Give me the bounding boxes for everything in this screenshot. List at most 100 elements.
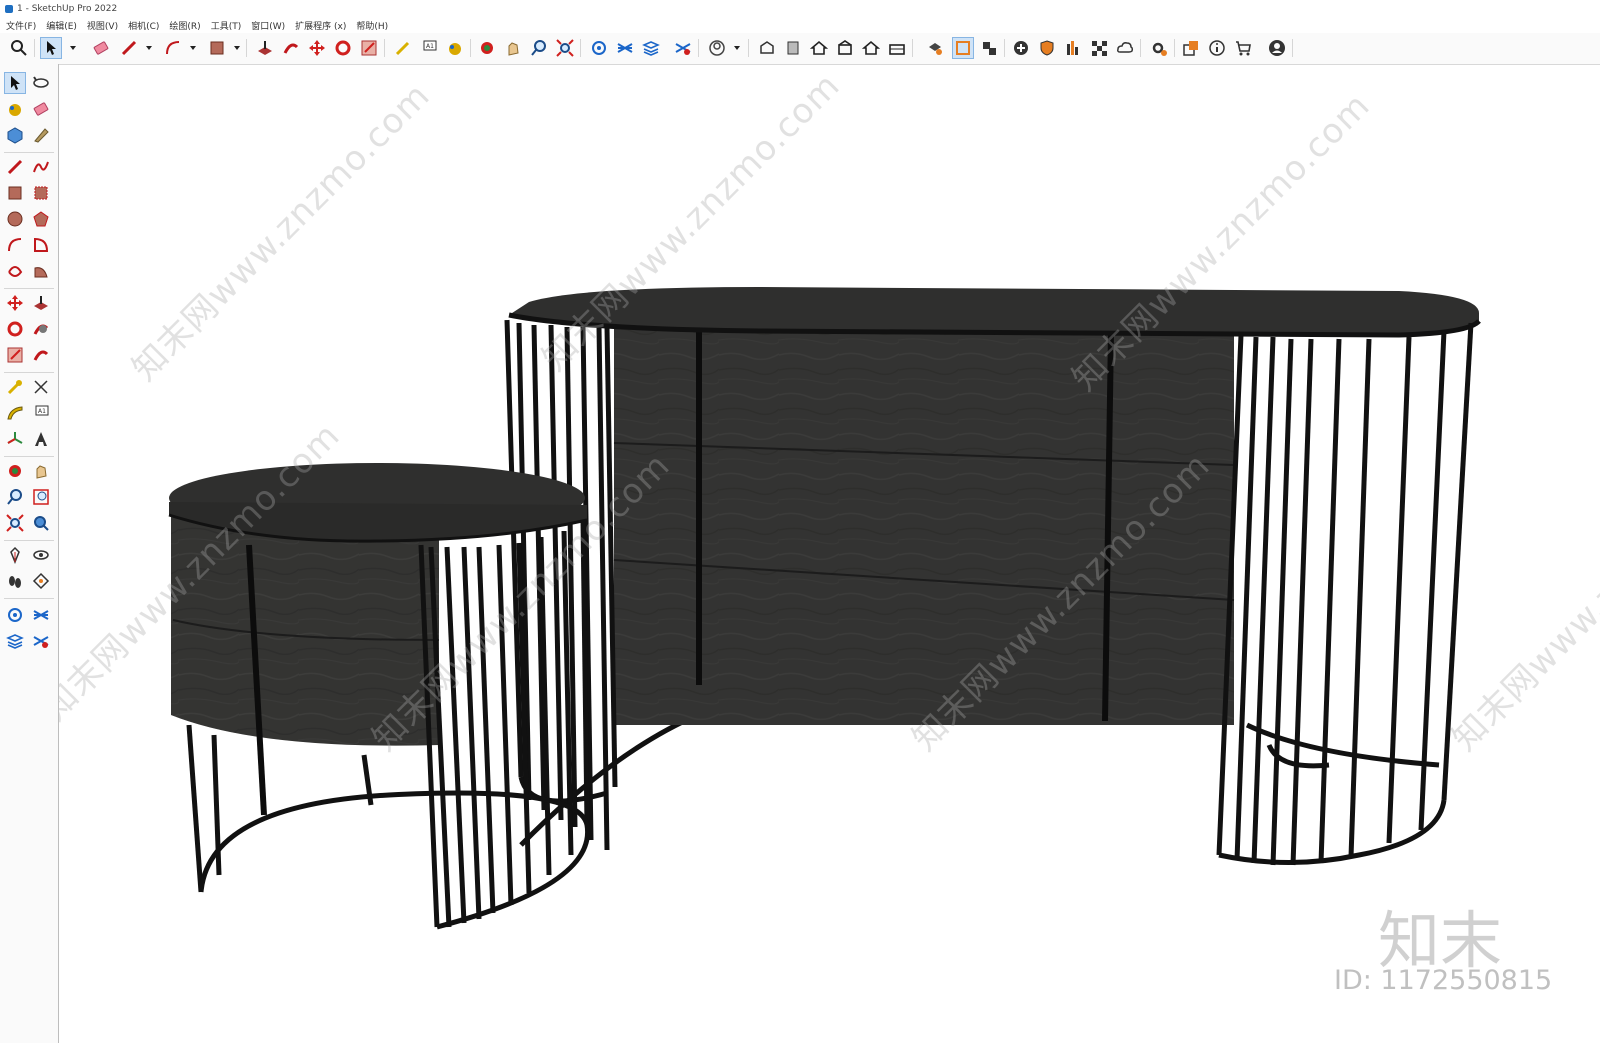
menu-extensions[interactable]: 扩展程序 (x) [295,19,346,32]
rotate-icon[interactable] [4,318,26,340]
arc-icon[interactable] [162,37,184,59]
protractor-icon[interactable] [4,402,26,424]
rotated-rectangle-icon[interactable] [30,182,52,204]
window-title: 1 - SketchUp Pro 2022 [17,3,118,14]
text-icon[interactable]: A1 [30,402,52,424]
view-left-icon[interactable] [886,37,908,59]
offset-icon[interactable] [30,344,52,366]
info-icon[interactable] [1206,37,1228,59]
pencil-icon[interactable] [4,156,26,178]
sandbox-icon[interactable] [30,604,52,626]
chevron-down-icon[interactable] [190,46,196,50]
previous-view-icon[interactable] [30,512,52,534]
menu-camera[interactable]: 相机(C) [128,19,159,32]
menu-view[interactable]: 视图(V) [87,19,118,32]
outliner-icon[interactable] [30,630,52,652]
menu-edit[interactable]: 编辑(E) [46,19,77,32]
orbit-small-icon[interactable] [30,72,52,94]
pie-icon[interactable] [30,234,52,256]
move-icon[interactable] [4,292,26,314]
view-front-icon[interactable] [782,37,804,59]
pencil-icon[interactable] [118,37,140,59]
scale-icon[interactable] [4,344,26,366]
tape-icon[interactable] [30,124,52,146]
follow-me-icon[interactable] [30,318,52,340]
layers-icon[interactable] [640,37,662,59]
menu-window[interactable]: 窗口(W) [251,19,285,32]
freehand-icon[interactable] [30,156,52,178]
layers-icon[interactable] [4,630,26,652]
checker-icon[interactable] [1088,37,1110,59]
geo-location-icon[interactable] [4,604,26,626]
3d-text-icon[interactable] [30,428,52,450]
zoom-window-icon[interactable] [30,486,52,508]
arc2-icon[interactable] [30,260,52,282]
push-pull-icon[interactable] [30,292,52,314]
view-back-icon[interactable] [860,37,882,59]
view-iso-icon[interactable] [756,37,778,59]
zoom-icon[interactable] [4,486,26,508]
dimension-icon[interactable] [30,376,52,398]
select-tool-icon[interactable] [40,37,62,59]
report-icon[interactable] [1062,37,1084,59]
zoom-icon[interactable] [528,37,550,59]
look-around-icon[interactable] [30,544,52,566]
eraser-icon[interactable] [30,98,52,120]
cloud-icon[interactable] [1114,37,1136,59]
rectangle-icon[interactable] [206,37,228,59]
tape-measure-icon[interactable] [4,376,26,398]
menu-help[interactable]: 帮助(H) [356,19,388,32]
chevron-down-icon[interactable] [734,46,740,50]
walk-icon[interactable] [4,570,26,592]
outliner-icon[interactable] [672,37,694,59]
view-right-icon[interactable] [834,37,856,59]
extensions-gear-icon[interactable] [1148,37,1170,59]
text-icon[interactable]: A1 [418,37,440,59]
push-pull-icon[interactable] [254,37,276,59]
arc-icon[interactable] [4,234,26,256]
shield-icon[interactable] [1036,37,1058,59]
eraser-icon[interactable] [90,37,112,59]
zoom-extents-icon[interactable] [4,512,26,534]
paint-bucket-icon[interactable] [444,37,466,59]
zoom-extents-icon[interactable] [554,37,576,59]
geo-location-icon[interactable] [588,37,610,59]
polygon-icon[interactable] [30,208,52,230]
account-icon[interactable] [1266,37,1288,59]
section-plane-icon[interactable] [30,570,52,592]
search-icon[interactable] [8,37,30,59]
axes-icon[interactable] [4,428,26,450]
send-to-layout-icon[interactable] [1180,37,1202,59]
user-icon[interactable] [706,37,728,59]
cart-icon[interactable] [1232,37,1254,59]
view-top-icon[interactable] [808,37,830,59]
orbit-icon[interactable] [4,460,26,482]
components-icon[interactable] [978,37,1000,59]
pan-icon[interactable] [30,460,52,482]
rectangle-icon[interactable] [4,182,26,204]
add-icon[interactable] [1010,37,1032,59]
select-tool-icon[interactable] [4,72,26,94]
chevron-down-icon[interactable] [146,46,152,50]
circle-icon[interactable] [4,208,26,230]
menu-file[interactable]: 文件(F) [6,19,36,32]
orbit-icon[interactable] [476,37,498,59]
chevron-down-icon[interactable] [70,46,76,50]
section-icon[interactable] [952,37,974,59]
scale-icon[interactable] [358,37,380,59]
menu-draw[interactable]: 绘图(R) [169,19,200,32]
paint-bucket-icon[interactable] [4,98,26,120]
chevron-down-icon[interactable] [234,46,240,50]
pan-icon[interactable] [502,37,524,59]
sandbox-icon[interactable] [614,37,636,59]
component-icon[interactable] [4,124,26,146]
arc3-icon[interactable] [4,260,26,282]
move-icon[interactable] [306,37,328,59]
menu-tools[interactable]: 工具(T) [211,19,242,32]
position-camera-icon[interactable] [4,544,26,566]
style-icon[interactable] [924,37,946,59]
rotate-icon[interactable] [332,37,354,59]
tape-measure-icon[interactable] [392,37,414,59]
follow-me-icon[interactable] [280,37,302,59]
model-viewport[interactable]: 知末网www.znzmo.com 知末网www.znzmo.com 知末网www… [59,65,1600,1043]
